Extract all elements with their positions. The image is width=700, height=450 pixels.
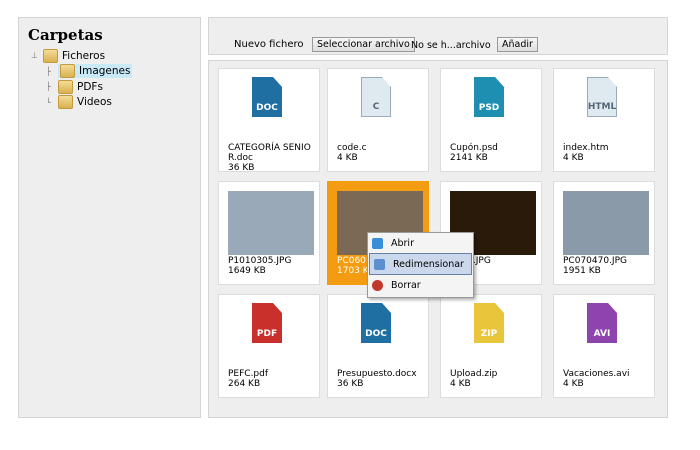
tree-item-videos[interactable]: └ Videos: [19, 95, 200, 111]
folder-icon: [60, 64, 75, 79]
collapse-icon[interactable]: ⊥: [31, 51, 43, 60]
tree-connector: └: [46, 97, 51, 107]
file-size: 4 KB: [563, 379, 584, 389]
menu-label: Abrir: [391, 237, 414, 249]
photo-thumbnail: [228, 191, 314, 255]
file-tile[interactable]: P1010305.JPG 1649 KB: [218, 181, 320, 285]
tree-connector: ├: [46, 66, 51, 76]
file-size: 36 KB: [337, 379, 364, 389]
zip-file-icon: ZIP: [474, 303, 504, 343]
file-name: code.c: [337, 143, 367, 153]
file-tile[interactable]: HTML index.htm 4 KB: [553, 68, 655, 172]
file-size: 2141 KB: [450, 153, 488, 163]
tree-item-imagenes[interactable]: ├ Imagenes: [19, 64, 200, 80]
file-tile[interactable]: PC070470.JPG 1951 KB: [553, 181, 655, 285]
tree-root[interactable]: ⊥ Ficheros: [19, 48, 200, 64]
file-name: Vacaciones.avi: [563, 369, 630, 379]
html-file-icon: HTML: [587, 77, 617, 117]
folder-label: Imagenes: [79, 65, 131, 78]
file-size: 4 KB: [337, 153, 358, 163]
tree-connector: ├: [46, 82, 51, 92]
file-name: Cupón.psd: [450, 143, 498, 153]
folder-label: PDFs: [77, 80, 103, 93]
file-name: index.htm: [563, 143, 609, 153]
file-name: Upload.zip: [450, 369, 498, 379]
resize-icon: [374, 258, 385, 270]
file-size: 36 KB: [228, 163, 255, 173]
context-menu: Abrir Redimensionar Borrar: [367, 232, 474, 298]
file-size: 4 KB: [563, 153, 584, 163]
file-name: PEFC.pdf: [228, 369, 269, 379]
file-tile[interactable]: DOC Presupuesto.docx 36 KB: [327, 294, 429, 398]
file-tile[interactable]: AVI Vacaciones.avi 4 KB: [553, 294, 655, 398]
tree-item-pdfs[interactable]: ├ PDFs: [19, 79, 200, 95]
file-status: No se h...archivo: [411, 40, 491, 51]
avi-file-icon: AVI: [587, 303, 617, 343]
file-name: CATEGORÍA SENIOR.doc: [228, 143, 311, 163]
file-name: PC070470.JPG: [563, 256, 627, 266]
file-size: 4 KB: [450, 379, 471, 389]
folder-label: Videos: [77, 96, 112, 109]
folder-tree: ⊥ Ficheros ├ Imagenes ├ PDFs └ Videos: [19, 48, 200, 110]
file-size: 264 KB: [228, 379, 261, 389]
file-size: 1649 KB: [228, 266, 266, 276]
panel-title: Carpetas: [28, 26, 103, 44]
file-tile[interactable]: DOC CATEGORÍA SENIOR.doc 36 KB: [218, 68, 320, 173]
file-size: 1951 KB: [563, 266, 601, 276]
menu-item-borrar[interactable]: Borrar: [368, 275, 473, 295]
upload-label: Nuevo fichero: [234, 39, 304, 50]
select-file-button[interactable]: Seleccionar archivo: [312, 37, 415, 52]
file-tile[interactable]: PSD Cupón.psd 2141 KB: [440, 68, 542, 172]
c-file-icon: C: [361, 77, 391, 117]
doc-file-icon: DOC: [361, 303, 391, 343]
folder-icon: [58, 95, 73, 110]
file-tile[interactable]: ZIP Upload.zip 4 KB: [440, 294, 542, 398]
menu-label: Redimensionar: [393, 258, 464, 270]
folder-icon: [58, 79, 73, 94]
file-tile[interactable]: Ccode.c 4 KB: [327, 68, 429, 172]
file-name: P1010305.JPG: [228, 256, 292, 266]
pdf-file-icon: PDF: [252, 303, 282, 343]
file-name: Presupuesto.docx: [337, 369, 417, 379]
add-button[interactable]: Añadir: [497, 37, 538, 52]
psd-file-icon: PSD: [474, 77, 504, 117]
menu-item-abrir[interactable]: Abrir: [368, 233, 473, 253]
delete-icon: [372, 279, 383, 291]
photo-thumbnail: [563, 191, 649, 255]
upload-bar: Nuevo fichero Seleccionar archivo No se …: [208, 17, 668, 55]
folders-panel: Carpetas ⊥ Ficheros ├ Imagenes ├ PDFs └ Vide…: [18, 17, 201, 418]
file-tile[interactable]: PDF PEFC.pdf 264 KB: [218, 294, 320, 398]
menu-item-redimensionar[interactable]: Redimensionar: [369, 253, 472, 275]
doc-file-icon: DOC: [252, 77, 282, 117]
menu-label: Borrar: [391, 279, 421, 291]
open-icon: [372, 237, 383, 249]
folder-label: Ficheros: [62, 49, 106, 62]
folder-icon: [43, 48, 58, 63]
